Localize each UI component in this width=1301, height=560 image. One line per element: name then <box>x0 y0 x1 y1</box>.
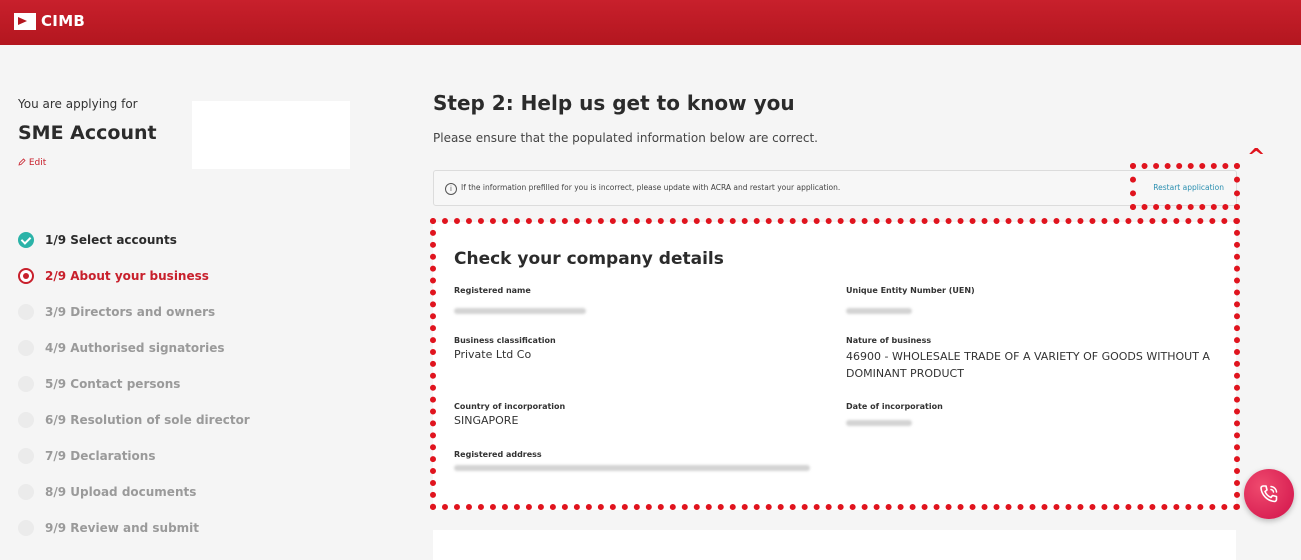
page-title: Step 2: Help us get to know you <box>433 91 795 115</box>
step-label: 4/9 Authorised signatories <box>45 341 225 355</box>
pending-step-icon <box>18 520 34 536</box>
step-label: 3/9 Directors and owners <box>45 305 216 319</box>
uen-label: Unique Entity Number (UEN) <box>846 286 975 295</box>
annotation-highlight-restart <box>1130 163 1240 210</box>
cimb-logo-icon <box>14 12 36 30</box>
phone-call-icon <box>1260 485 1278 503</box>
registered-address-label: Registered address <box>454 450 542 459</box>
date-of-incorporation-label: Date of incorporation <box>846 402 943 411</box>
step-review-submit: 9/9 Review and submit <box>18 520 199 536</box>
pending-step-icon <box>18 376 34 392</box>
country-label: Country of incorporation <box>454 402 566 411</box>
nature-of-business-value: 46900 - WHOLESALE TRADE OF A VARIETY OF … <box>846 350 1210 380</box>
cimb-logo[interactable]: CIMB <box>14 12 85 30</box>
uen-value-redacted <box>846 308 912 314</box>
applying-for-label: You are applying for <box>18 97 138 111</box>
notice-text: If the information prefilled for you is … <box>461 183 841 192</box>
product-panel-blank <box>192 101 350 169</box>
registered-name-value-redacted <box>454 308 586 314</box>
step-label: 2/9 About your business <box>45 269 209 283</box>
product-name: SME Account <box>18 122 157 144</box>
address-value-redacted <box>454 465 810 471</box>
business-classification-label: Business classification <box>454 336 556 345</box>
annotation-caret: ^ <box>1247 145 1266 170</box>
step-label: 8/9 Upload documents <box>45 485 197 499</box>
top-bar: CIMB <box>0 0 1301 45</box>
page-subtitle: Please ensure that the populated informa… <box>433 131 818 145</box>
brand-name: CIMB <box>41 12 86 30</box>
pending-step-icon <box>18 448 34 464</box>
country-value: SINGAPORE <box>454 414 519 427</box>
step-upload-documents: 8/9 Upload documents <box>18 484 196 500</box>
nature-of-business-label: Nature of business <box>846 336 932 345</box>
info-icon: i <box>445 183 457 195</box>
step-label: 5/9 Contact persons <box>45 377 181 391</box>
check-circle-icon <box>18 232 34 248</box>
step-authorised-signatories: 4/9 Authorised signatories <box>18 340 224 356</box>
registered-name-label: Registered name <box>454 286 531 295</box>
pending-step-icon <box>18 304 34 320</box>
pencil-icon <box>18 158 26 166</box>
pending-step-icon <box>18 484 34 500</box>
company-details-title: Check your company details <box>454 249 724 269</box>
edit-link[interactable]: Edit <box>18 158 46 168</box>
step-select-accounts[interactable]: 1/9 Select accounts <box>18 232 177 248</box>
step-label: 1/9 Select accounts <box>45 233 177 247</box>
notice-banner: i If the information prefilled for you i… <box>433 170 1237 206</box>
step-label: 6/9 Resolution of sole director <box>45 413 250 427</box>
step-declarations: 7/9 Declarations <box>18 448 155 464</box>
date-value-redacted <box>846 420 912 426</box>
next-section-card <box>433 530 1236 560</box>
pending-step-icon <box>18 340 34 356</box>
active-step-icon <box>18 268 34 284</box>
edit-label: Edit <box>28 158 47 168</box>
step-about-business[interactable]: 2/9 About your business <box>18 268 209 284</box>
step-resolution-sole-director: 6/9 Resolution of sole director <box>18 412 250 428</box>
business-classification-value: Private Ltd Co <box>454 348 532 361</box>
step-directors-owners: 3/9 Directors and owners <box>18 304 215 320</box>
call-us-button[interactable] <box>1244 469 1294 519</box>
step-contact-persons: 5/9 Contact persons <box>18 376 180 392</box>
pending-step-icon <box>18 412 34 428</box>
step-label: 7/9 Declarations <box>45 449 156 463</box>
step-label: 9/9 Review and submit <box>45 521 200 535</box>
